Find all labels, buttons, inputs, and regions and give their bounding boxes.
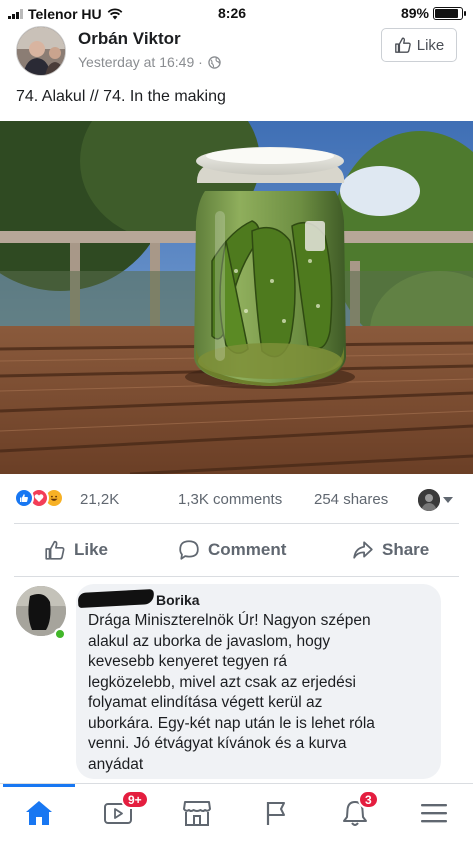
post-author-name[interactable]: Orbán Viktor — [78, 29, 181, 49]
comment-bubble-icon — [179, 540, 199, 560]
thumbs-up-icon — [394, 37, 411, 53]
tab-watch[interactable]: 9+ — [79, 784, 157, 841]
reaction-icons[interactable] — [14, 488, 64, 508]
carrier-label: Telenor HU — [28, 6, 102, 22]
comment-text: Drága Miniszterelnök Úr! Nagyon szépen a… — [88, 612, 375, 773]
watch-badge: 9+ — [121, 790, 149, 809]
divider — [14, 576, 459, 577]
share-button-label: Share — [382, 540, 430, 559]
clock: 8:26 — [218, 5, 247, 21]
chevron-down-icon[interactable] — [443, 497, 453, 503]
viewer-avatar[interactable] — [418, 489, 440, 511]
post-meta: Yesterday at 16:49 · — [78, 54, 221, 70]
home-icon — [26, 801, 52, 825]
author-avatar[interactable] — [16, 26, 66, 76]
post-timestamp[interactable]: Yesterday at 16:49 · — [78, 54, 203, 70]
tab-pages[interactable] — [237, 784, 315, 841]
thumbs-up-icon — [45, 540, 65, 560]
pickle-jar-photo — [0, 121, 473, 474]
divider — [14, 523, 459, 524]
comment-button[interactable]: Comment — [178, 532, 286, 568]
globe-icon — [208, 55, 221, 69]
menu-icon — [421, 804, 447, 823]
notifications-badge: 3 — [358, 790, 379, 809]
like-reaction-icon — [14, 488, 34, 508]
pages-flag-icon — [266, 802, 285, 825]
like-button-label: Like — [74, 540, 109, 559]
bottom-tab-bar: 9+ 3 — [0, 783, 473, 841]
shares-count[interactable]: 254 shares — [314, 491, 388, 508]
tab-menu[interactable] — [395, 784, 473, 841]
comment-button-label: Comment — [208, 540, 287, 559]
like-button[interactable]: Like — [44, 532, 108, 568]
battery-icon — [433, 6, 466, 20]
tab-notifications[interactable]: 3 — [316, 784, 394, 841]
tab-home[interactable] — [0, 784, 78, 841]
wifi-icon — [107, 8, 122, 20]
signal-icon — [8, 9, 23, 19]
like-page-label: Like — [416, 36, 445, 54]
tab-marketplace[interactable] — [158, 784, 236, 841]
redacted-name-mark — [77, 589, 155, 608]
comments-count[interactable]: 1,3K comments — [178, 491, 282, 508]
reaction-count[interactable]: 21,2K — [80, 491, 119, 508]
comment-bubble[interactable]: Borika Drága Miniszterelnök Úr! Nagyon s… — [76, 584, 441, 779]
share-button[interactable]: Share — [352, 532, 429, 568]
engagement-stats: 21,2K 1,3K comments 254 shares — [0, 486, 473, 514]
post-photo[interactable] — [0, 121, 473, 474]
battery-percent: 89% — [400, 5, 429, 21]
post-header: Orbán Viktor Yesterday at 16:49 · Like — [0, 24, 473, 86]
status-left: Telenor HU — [8, 6, 123, 22]
status-right: 89% — [400, 5, 466, 21]
post-actions: Like Comment Share — [0, 532, 473, 568]
online-status-dot — [54, 628, 66, 640]
like-page-button[interactable]: Like — [381, 28, 457, 62]
comment-author[interactable]: Borika — [156, 592, 429, 609]
comment-item: Borika Drága Miniszterelnök Úr! Nagyon s… — [0, 578, 473, 783]
post-text: 74. Alakul // 74. In the making — [16, 88, 226, 105]
marketplace-icon — [183, 801, 211, 826]
share-arrow-icon — [353, 541, 373, 559]
